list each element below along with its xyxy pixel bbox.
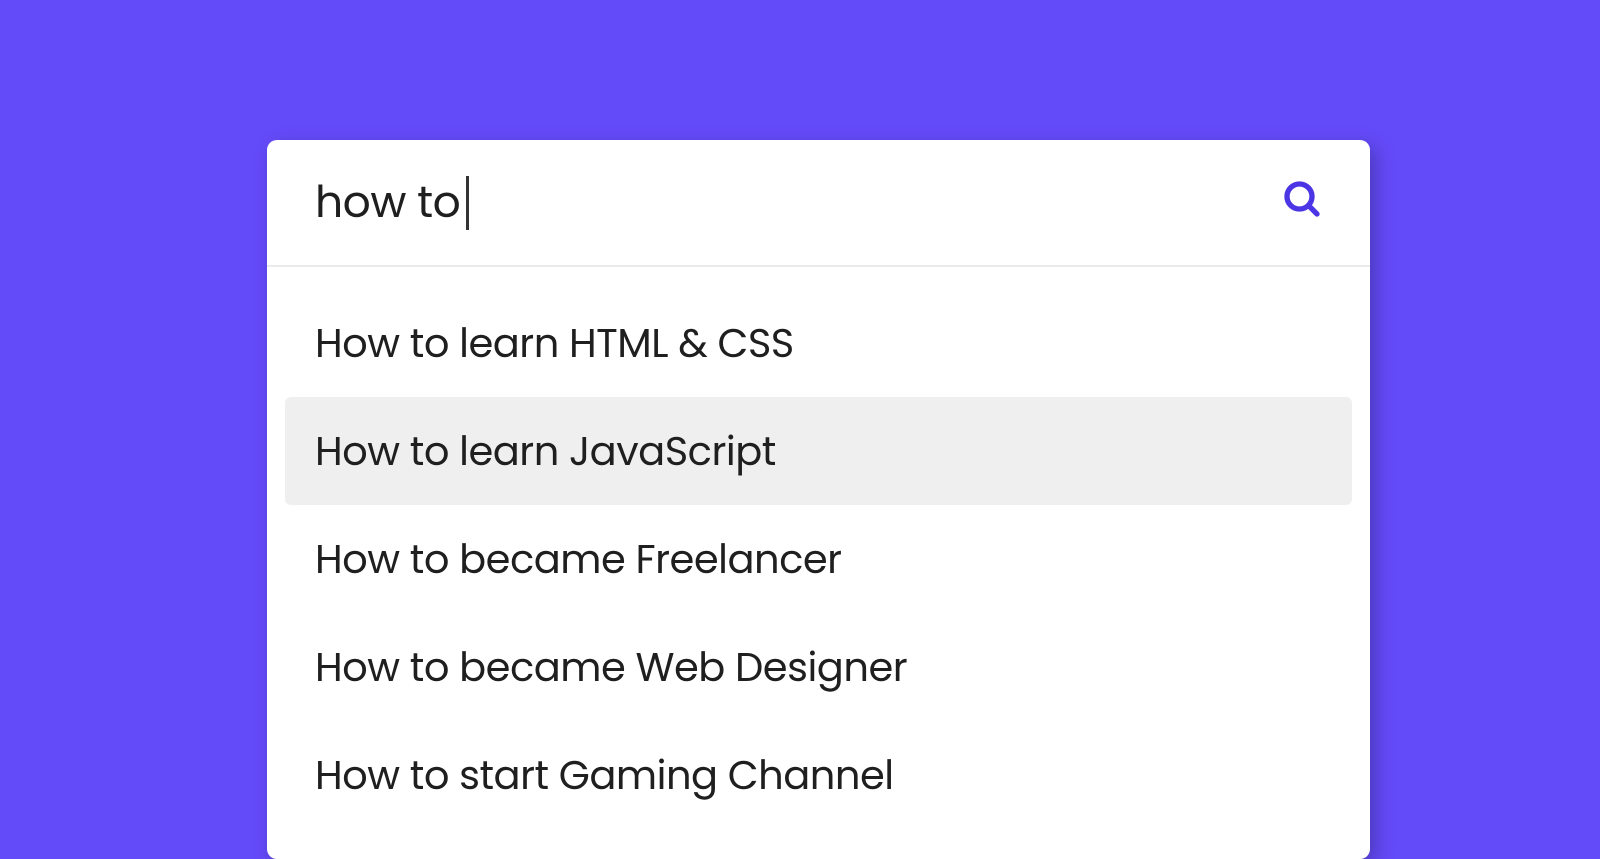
search-bar: how to: [267, 140, 1370, 267]
suggestions-list: How to learn HTML & CSS How to learn Jav…: [267, 267, 1370, 859]
suggestion-item[interactable]: How to learn HTML & CSS: [267, 289, 1370, 397]
suggestion-item[interactable]: How to start Gaming Channel: [267, 721, 1370, 829]
suggestion-item[interactable]: How to became Web Designer: [267, 613, 1370, 721]
suggestion-label: How to became Freelancer: [315, 531, 842, 587]
search-autocomplete-box: how to How to learn HTML & CSS How to le…: [267, 140, 1370, 859]
suggestion-item[interactable]: How to became Freelancer: [267, 505, 1370, 613]
suggestion-label: How to learn JavaScript: [315, 423, 776, 479]
text-cursor: [466, 176, 469, 230]
suggestion-item[interactable]: How to learn JavaScript: [285, 397, 1352, 505]
search-query-text: how to: [315, 170, 460, 235]
search-input[interactable]: how to: [315, 170, 1282, 235]
suggestion-label: How to start Gaming Channel: [315, 747, 894, 803]
suggestion-label: How to became Web Designer: [315, 639, 907, 695]
suggestion-label: How to learn HTML & CSS: [315, 315, 794, 371]
search-icon[interactable]: [1282, 179, 1322, 226]
